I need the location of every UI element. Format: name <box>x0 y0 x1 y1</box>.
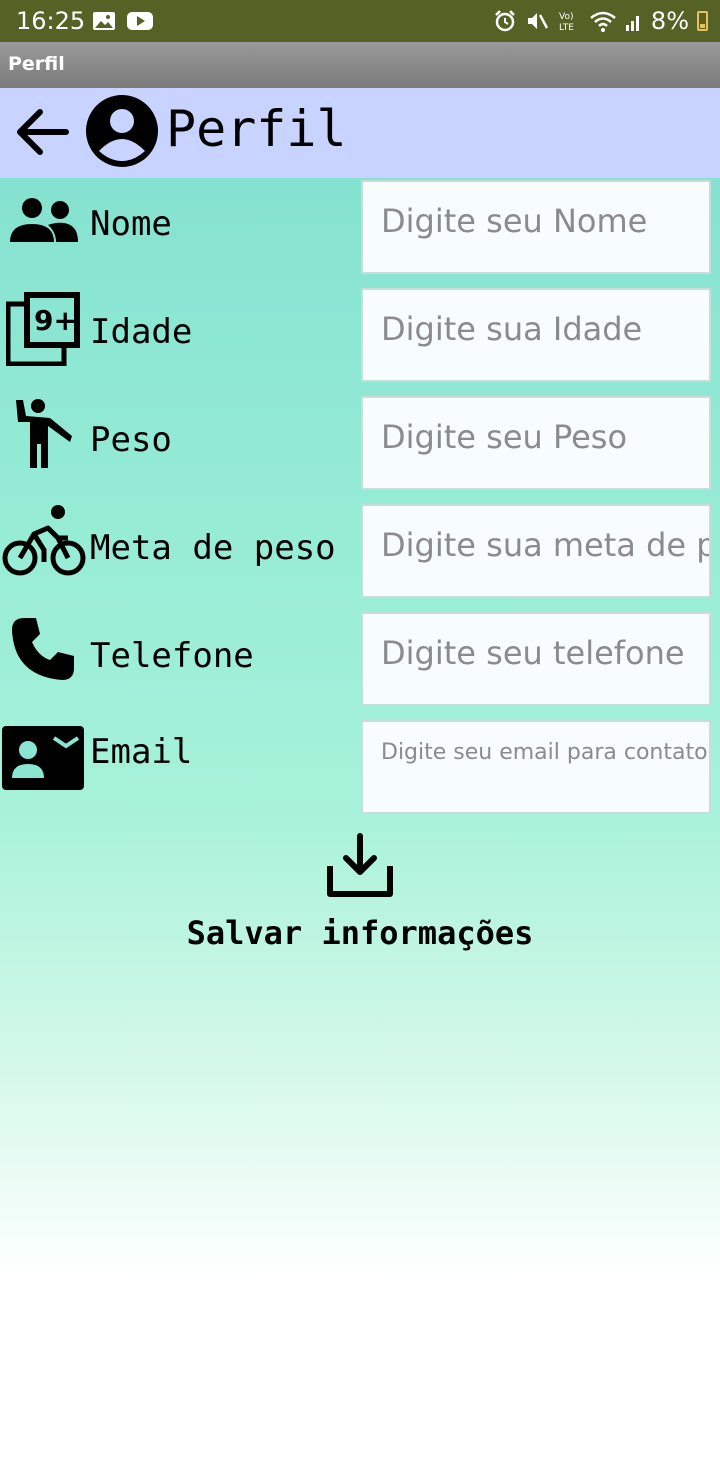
wifi-icon <box>590 11 616 32</box>
status-time: 16:25 <box>16 7 86 35</box>
svg-text:Vo): Vo) <box>559 12 573 22</box>
people-icon <box>10 198 78 242</box>
peso-input[interactable]: Digite seu Peso <box>361 396 711 490</box>
label-nome: Nome <box>90 204 172 244</box>
mute-icon <box>527 13 549 29</box>
page-title: Perfil <box>166 100 347 158</box>
save-button[interactable]: Salvar informações <box>0 914 720 952</box>
youtube-icon <box>127 12 153 30</box>
bicycle-icon <box>2 505 86 576</box>
app-titlebar: Perfil <box>0 42 720 88</box>
svg-text:9+: 9+ <box>34 304 77 337</box>
status-bar: 16:25 Vo) LTE 8% <box>0 0 720 42</box>
phone-icon <box>12 618 74 680</box>
volte-icon: Vo)LTE <box>559 12 574 33</box>
label-telefone: Telefone <box>90 636 254 676</box>
nome-input[interactable]: Digite seu Nome <box>361 180 711 274</box>
label-email: Email <box>90 732 193 772</box>
battery-icon <box>697 11 708 31</box>
battery-percent: 8% <box>650 7 689 35</box>
download-icon[interactable] <box>322 832 398 902</box>
back-arrow-icon[interactable] <box>10 104 72 160</box>
label-peso: Peso <box>90 420 172 460</box>
signal-icon <box>625 16 639 31</box>
label-meta-de-peso: Meta de peso <box>90 528 336 568</box>
alarm-icon <box>495 10 515 32</box>
meta-de-peso-input[interactable]: Digite sua meta de peso <box>361 504 711 598</box>
idade-input[interactable]: Digite sua Idade <box>361 288 711 382</box>
contact-mail-icon <box>2 726 84 790</box>
app-title: Perfil <box>8 53 65 75</box>
image-icon <box>93 12 115 30</box>
person-waving-icon <box>16 399 72 468</box>
profile-avatar-icon <box>86 95 158 167</box>
email-input[interactable]: Digite seu email para contato <box>361 720 711 814</box>
age-9plus-icon: 9+ <box>6 292 80 366</box>
label-idade: Idade <box>90 312 193 352</box>
telefone-input[interactable]: Digite seu telefone <box>361 612 711 706</box>
svg-text:LTE: LTE <box>559 23 574 33</box>
